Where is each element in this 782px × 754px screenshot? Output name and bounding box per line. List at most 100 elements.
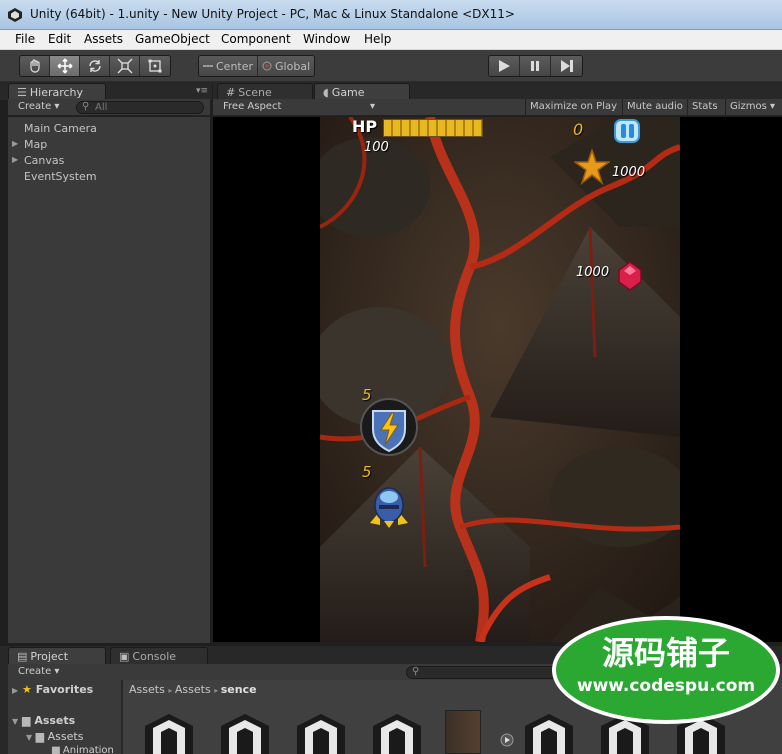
assets-root-row[interactable]: ▼ ▆ Assets xyxy=(12,714,75,727)
pivot-global-button[interactable]: Global xyxy=(258,56,315,76)
favorites-row[interactable]: ▶ ★ Favorites xyxy=(12,683,93,696)
view-tabbar: # Scene ◖ Game xyxy=(213,82,782,100)
collapse-arrow-icon: ▼ xyxy=(26,733,33,742)
tab-scene[interactable]: # Scene xyxy=(217,83,313,100)
unity-scene-asset-icon[interactable] xyxy=(293,710,349,754)
menu-gameobject[interactable]: GameObject xyxy=(135,32,210,46)
animation-folder-row[interactable]: ▆ Animation xyxy=(52,745,114,754)
game-screen[interactable]: HP 100 0 1000 1000 5 5 xyxy=(320,117,680,642)
hierarchy-item-label: Main Camera xyxy=(24,122,97,135)
gem-icon xyxy=(618,261,642,291)
unity-scene-asset-icon[interactable] xyxy=(217,710,273,754)
breadcrumb-item[interactable]: Assets xyxy=(129,683,165,696)
expand-arrow-icon: ▶ xyxy=(12,686,19,695)
scale-tool-button[interactable] xyxy=(110,56,140,76)
menu-component[interactable]: Component xyxy=(221,32,291,46)
player-count: 5 xyxy=(362,463,372,481)
rotate-icon xyxy=(88,60,101,72)
pause-bar xyxy=(620,124,626,138)
hierarchy-item-main-camera[interactable]: Main Camera xyxy=(24,122,97,135)
hierarchy-item-eventsystem[interactable]: EventSystem xyxy=(24,170,97,183)
pause-icon xyxy=(531,61,539,71)
expand-arrow-icon[interactable]: ▶ xyxy=(12,139,18,148)
hp-bar xyxy=(383,119,483,137)
rect-icon xyxy=(148,59,162,73)
tab-hierarchy[interactable]: ☰ Hierarchy xyxy=(8,83,106,100)
favorites-label: Favorites xyxy=(35,683,94,696)
breadcrumb: Assets ▸ Assets ▸ sence xyxy=(129,683,257,696)
pause-button[interactable] xyxy=(520,56,551,76)
panel-menu-icon[interactable]: ▾≡ xyxy=(196,86,208,96)
aspect-dropdown[interactable]: Free Aspect ▾ xyxy=(219,100,379,115)
hierarchy-create-button[interactable]: Create ▾ xyxy=(14,100,63,115)
star-icon xyxy=(574,149,610,185)
dropdown-arrow-icon: ▾ xyxy=(369,101,375,112)
hierarchy-item-map[interactable]: ▶ Map xyxy=(12,138,48,151)
hp-label: HP xyxy=(352,117,378,136)
tab-console[interactable]: ▣ Console xyxy=(110,647,208,664)
volcano-background xyxy=(320,117,680,642)
animation-folder-label: Animation xyxy=(62,745,114,754)
pivot-toggles: Center Global xyxy=(198,55,316,77)
unity-scene-asset-icon[interactable] xyxy=(141,710,197,754)
menu-edit[interactable]: Edit xyxy=(48,32,71,46)
pause-game-button[interactable] xyxy=(614,119,640,143)
folder-icon: ▆ xyxy=(35,730,45,743)
collapse-arrow-icon: ▼ xyxy=(12,717,19,726)
stats-button[interactable]: Stats xyxy=(687,99,722,115)
hand-tool-button[interactable] xyxy=(20,56,50,76)
menu-window[interactable]: Window xyxy=(303,32,350,46)
gizmos-button[interactable]: Gizmos ▾ xyxy=(725,99,779,115)
score-value: 0 xyxy=(573,120,584,139)
list-icon: ☰ xyxy=(17,86,27,99)
rect-tool-button[interactable] xyxy=(140,56,170,76)
pivot-center-button[interactable]: Center xyxy=(199,56,259,76)
globe-icon xyxy=(262,61,272,71)
menu-file[interactable]: File xyxy=(15,32,35,46)
tab-game-label: Game xyxy=(331,86,365,99)
project-create-button[interactable]: Create ▾ xyxy=(14,665,63,680)
unity-logo-icon xyxy=(8,8,22,22)
rotate-tool-button[interactable] xyxy=(80,56,110,76)
tab-project[interactable]: ▤ Project xyxy=(8,647,106,664)
menu-bar: File Edit Assets GameObject Component Wi… xyxy=(0,30,782,50)
pacman-icon: ◖ xyxy=(323,86,329,99)
play-button[interactable] xyxy=(489,56,520,76)
pivot-center-icon xyxy=(203,65,213,67)
main-toolbar: Center Global xyxy=(0,50,782,82)
hierarchy-create-label: Create xyxy=(18,101,52,112)
maximize-on-play-button[interactable]: Maximize on Play xyxy=(525,99,621,115)
assets-subfolder-row[interactable]: ▼ ▆ Assets xyxy=(26,730,83,743)
breadcrumb-item[interactable]: Assets xyxy=(175,683,211,696)
console-icon: ▣ xyxy=(119,650,130,663)
tab-hierarchy-label: Hierarchy xyxy=(29,86,84,99)
move-tool-button[interactable] xyxy=(50,56,80,76)
aspect-label: Free Aspect xyxy=(223,101,282,112)
hierarchy-tabbar: ☰ Hierarchy ▾≡ xyxy=(0,82,212,100)
play-preview-icon[interactable] xyxy=(500,733,514,747)
hierarchy-panel: Main Camera ▶ Map ▶ Canvas EventSystem xyxy=(8,117,210,643)
folder-icon: ▤ xyxy=(17,650,28,663)
expand-arrow-icon[interactable]: ▶ xyxy=(12,155,18,164)
hierarchy-item-label: Map xyxy=(24,138,48,151)
texture-asset-thumbnail[interactable] xyxy=(445,710,481,754)
window-title: Unity (64bit) - 1.unity - New Unity Proj… xyxy=(30,7,515,21)
hierarchy-search-input[interactable]: ⚲ All xyxy=(76,101,204,114)
mute-audio-button[interactable]: Mute audio xyxy=(622,99,687,115)
assets-root-label: Assets xyxy=(34,714,76,727)
menu-assets[interactable]: Assets xyxy=(84,32,123,46)
window-titlebar: Unity (64bit) - 1.unity - New Unity Proj… xyxy=(0,0,782,30)
hierarchy-item-canvas[interactable]: ▶ Canvas xyxy=(12,154,64,167)
menu-help[interactable]: Help xyxy=(364,32,391,46)
tab-console-label: Console xyxy=(132,650,177,663)
pivot-center-label: Center xyxy=(216,59,254,73)
lightning-shield-icon xyxy=(360,398,418,456)
watermark-url: www.codespu.com xyxy=(576,676,756,696)
project-search-input[interactable]: ⚲ xyxy=(406,666,566,679)
unity-scene-asset-icon[interactable] xyxy=(369,710,425,754)
tab-game[interactable]: ◖ Game xyxy=(314,83,410,100)
breadcrumb-current[interactable]: sence xyxy=(221,683,257,696)
step-button[interactable] xyxy=(551,56,582,76)
folder-icon: ▆ xyxy=(22,714,31,727)
search-icon: ⚲ xyxy=(412,666,420,677)
